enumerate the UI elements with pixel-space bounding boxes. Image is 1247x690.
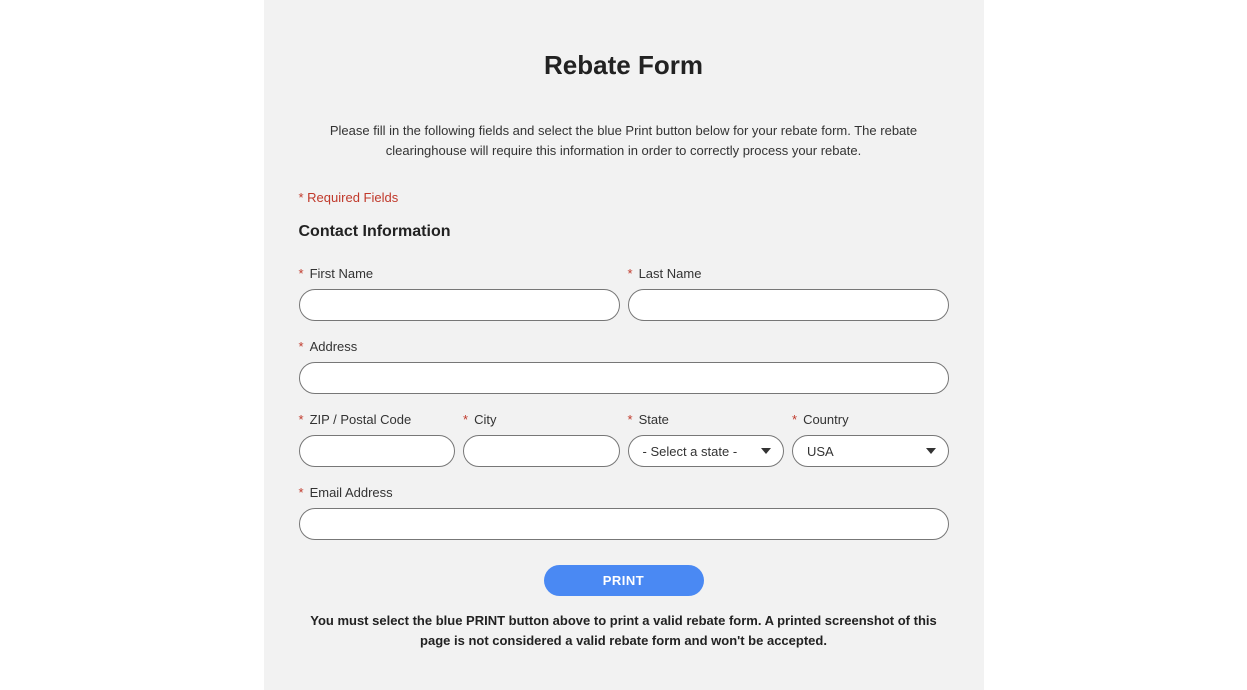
required-fields-note: * Required Fields: [299, 190, 949, 205]
required-asterisk: *: [792, 412, 797, 427]
first-name-label: *First Name: [299, 266, 620, 281]
required-asterisk: *: [628, 266, 633, 281]
zip-input[interactable]: [299, 435, 456, 467]
state-select[interactable]: - Select a state -: [628, 435, 785, 467]
address-group: *Address: [299, 339, 949, 394]
last-name-label: *Last Name: [628, 266, 949, 281]
city-group: *City: [463, 412, 620, 467]
page-title: Rebate Form: [299, 50, 949, 81]
first-name-input[interactable]: [299, 289, 620, 321]
footer-note: You must select the blue PRINT button ab…: [304, 611, 944, 650]
instructions-text: Please fill in the following fields and …: [324, 121, 924, 160]
state-group: *State - Select a state -: [628, 412, 785, 467]
state-label: *State: [628, 412, 785, 427]
city-input[interactable]: [463, 435, 620, 467]
required-asterisk: *: [299, 485, 304, 500]
country-group: *Country USA: [792, 412, 949, 467]
required-asterisk: *: [463, 412, 468, 427]
address-label: *Address: [299, 339, 949, 354]
country-select[interactable]: USA: [792, 435, 949, 467]
email-label: *Email Address: [299, 485, 949, 500]
first-name-group: *First Name: [299, 266, 620, 321]
country-label: *Country: [792, 412, 949, 427]
city-label: *City: [463, 412, 620, 427]
zip-group: *ZIP / Postal Code: [299, 412, 456, 467]
email-group: *Email Address: [299, 485, 949, 540]
required-asterisk: *: [299, 412, 304, 427]
last-name-group: *Last Name: [628, 266, 949, 321]
email-input[interactable]: [299, 508, 949, 540]
rebate-form-container: Rebate Form Please fill in the following…: [264, 0, 984, 690]
required-asterisk: *: [628, 412, 633, 427]
last-name-input[interactable]: [628, 289, 949, 321]
section-heading-contact: Contact Information: [299, 223, 949, 241]
required-asterisk: *: [299, 339, 304, 354]
required-asterisk: *: [299, 266, 304, 281]
print-button[interactable]: PRINT: [544, 565, 704, 596]
zip-label: *ZIP / Postal Code: [299, 412, 456, 427]
address-input[interactable]: [299, 362, 949, 394]
